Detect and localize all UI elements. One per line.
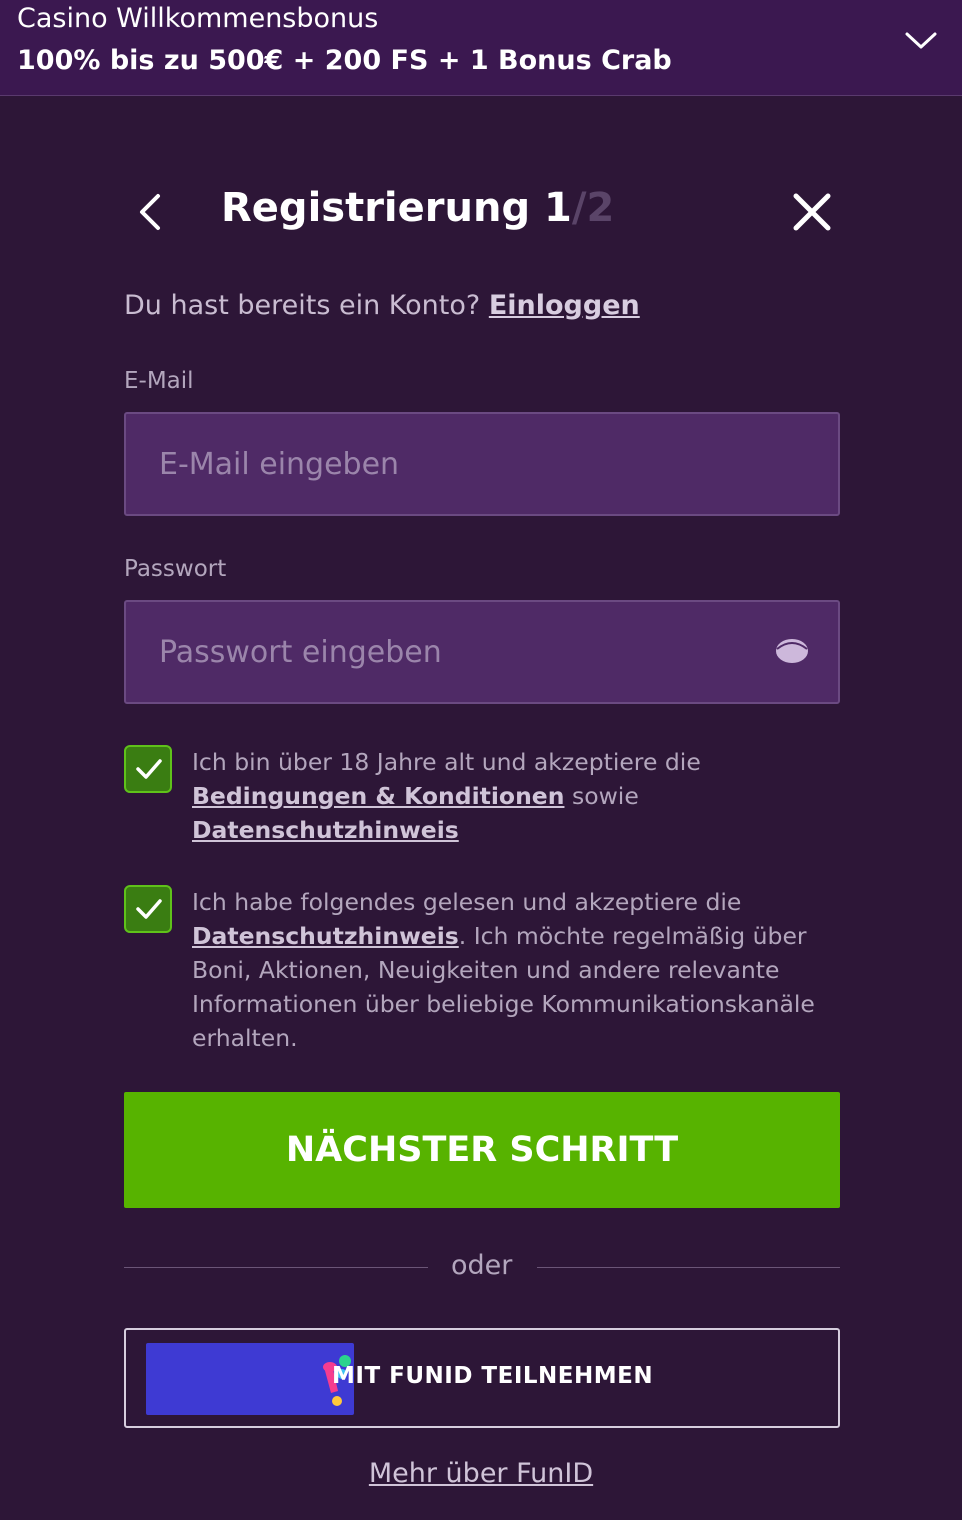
- banner-title: Casino Willkommensbonus: [17, 3, 379, 34]
- more-about-funid-link[interactable]: Mehr über FunID: [0, 1458, 962, 1489]
- divider-line-right: [537, 1267, 840, 1268]
- privacy-notice-link[interactable]: Datenschutzhinweis: [192, 816, 459, 844]
- step-total: 2: [586, 185, 615, 231]
- email-field-box[interactable]: [124, 412, 840, 516]
- banner-offer: 100% bis zu 500€ + 200 FS + 1 Bonus Crab: [17, 45, 672, 76]
- checkmark-icon: [136, 759, 162, 779]
- consent1-text-middle: sowie: [571, 782, 639, 810]
- consent1-text-before: Ich bin über 18 Jahre alt und akzeptiere…: [192, 748, 701, 776]
- step-current: 1: [544, 185, 572, 231]
- privacy-notices-link[interactable]: Datenschutzhinweis: [192, 922, 459, 950]
- chevron-left-icon[interactable]: [130, 188, 174, 236]
- password-label: Passwort: [124, 556, 227, 582]
- consent2-text-before: Ich habe folgendes gelesen und akzeptier…: [192, 888, 742, 916]
- login-prompt-text: Du hast bereits ein Konto?: [124, 290, 481, 321]
- funid-badge: [146, 1343, 354, 1415]
- email-field[interactable]: [159, 414, 759, 514]
- funid-button-label: MIT FUNID TEILNEHMEN: [332, 1363, 654, 1389]
- close-icon[interactable]: [788, 188, 836, 236]
- welcome-bonus-banner[interactable]: Casino Willkommensbonus 100% bis zu 500€…: [0, 0, 962, 96]
- funid-button[interactable]: MIT FUNID TEILNEHMEN: [124, 1328, 840, 1428]
- registration-title: Registrierung 1/2: [221, 185, 614, 231]
- chevron-down-icon[interactable]: [902, 26, 940, 54]
- divider-line-left: [124, 1267, 428, 1268]
- registration-title-text: Registrierung: [221, 185, 531, 231]
- terms-link[interactable]: Bedingungen & Konditionen: [192, 782, 564, 810]
- login-link[interactable]: Einloggen: [489, 290, 640, 321]
- password-field-box[interactable]: [124, 600, 840, 704]
- divider-label: oder: [451, 1250, 513, 1281]
- checkmark-icon: [136, 899, 162, 919]
- password-field[interactable]: [159, 602, 759, 702]
- age-terms-consent: Ich bin über 18 Jahre alt und akzeptiere…: [192, 745, 842, 847]
- next-step-button[interactable]: NÄCHSTER SCHRITT: [124, 1092, 840, 1208]
- marketing-consent-checkbox[interactable]: [124, 885, 172, 933]
- age-terms-checkbox[interactable]: [124, 745, 172, 793]
- eye-icon[interactable]: [774, 636, 810, 666]
- step-separator: /: [571, 185, 587, 231]
- login-prompt: Du hast bereits ein Konto? Einloggen: [124, 290, 640, 321]
- email-label: E-Mail: [124, 368, 194, 394]
- marketing-consent: Ich habe folgendes gelesen und akzeptier…: [192, 885, 842, 1055]
